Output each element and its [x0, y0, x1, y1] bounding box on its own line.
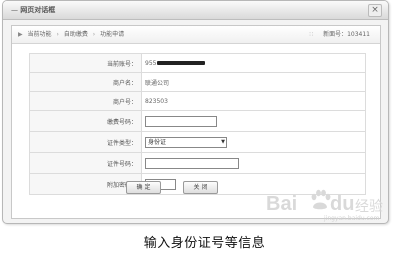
value-merchant-name: 联通公司: [141, 72, 366, 92]
watermark-bai: Bai: [266, 193, 298, 215]
page-info: ∷ 新面号：103411: [309, 26, 370, 43]
label-id-type: 证件类型：: [29, 131, 142, 153]
id-type-selected-value: 身份证: [148, 138, 167, 146]
redacted-mark: [157, 61, 206, 65]
breadcrumb-item-current-function: 当前功能: [27, 31, 52, 38]
page-number-text: 新面号：103411: [323, 31, 370, 38]
id-number-input[interactable]: [145, 157, 239, 169]
payment-number-input[interactable]: [145, 115, 217, 127]
close-button[interactable]: 关 闭: [183, 181, 218, 194]
value-merchant-id: 823503: [141, 91, 366, 111]
account-prefix: 955: [145, 59, 157, 67]
title-dash: —: [11, 6, 18, 14]
label-merchant-name: 商户名：: [29, 72, 142, 92]
breadcrumb-separator-icon: ›: [56, 31, 59, 38]
title-bar: — 网页对话框 ×: [3, 1, 388, 20]
form-row-payment-number: 缴费号码：: [29, 110, 366, 132]
label-payment-number: 缴费号码：: [29, 110, 142, 132]
breadcrumb-item-function-apply: 功能申请: [100, 31, 125, 38]
label-extra-password: 附加密码：: [29, 173, 142, 195]
dropdown-arrow-icon[interactable]: ▼: [221, 139, 225, 146]
form-row-merchant-id: 商户号： 823503: [29, 91, 366, 111]
watermark-du: du: [330, 193, 355, 215]
value-current-account: 955: [141, 53, 366, 73]
dots-icon: ∷: [309, 31, 314, 38]
paw-icon: [311, 189, 331, 210]
watermark-jingyan: 经验: [355, 199, 383, 215]
id-type-select[interactable]: 身份证 ▼: [145, 136, 227, 148]
baidu-jingyan-watermark: Bai du 经验 jingyan.baidu.com: [258, 183, 398, 223]
close-icon[interactable]: ×: [368, 4, 382, 17]
caption-text: 输入身份证号等信息: [143, 236, 266, 251]
form-row-merchant-name: 商户名： 联通公司: [29, 72, 366, 92]
breadcrumb-arrow-icon: ▶: [18, 31, 23, 38]
breadcrumb: ▶ 当前功能 › 自助缴费 › 功能申请 ∷ 新面号：103411: [12, 26, 380, 44]
watermark-url: jingyan.baidu.com: [324, 215, 380, 222]
dialog-title: 网页对话框: [20, 6, 56, 14]
label-merchant-id: 商户号：: [29, 91, 142, 111]
label-id-number: 证件号码：: [29, 152, 142, 174]
label-current-account: 当前账号：: [29, 53, 142, 73]
form-row-id-number: 证件号码：: [29, 152, 366, 174]
breadcrumb-item-self-payment: 自助缴费: [63, 31, 88, 38]
form-row-current-account: 当前账号： 955: [29, 53, 366, 73]
confirm-button[interactable]: 确 定: [126, 181, 161, 194]
form-row-id-type: 证件类型： 身份证 ▼: [29, 131, 366, 153]
breadcrumb-separator-icon: ›: [92, 31, 96, 38]
application-form: 当前账号： 955 商户名： 联通公司 商户号： 823503 缴费号码： 证件…: [29, 53, 366, 195]
